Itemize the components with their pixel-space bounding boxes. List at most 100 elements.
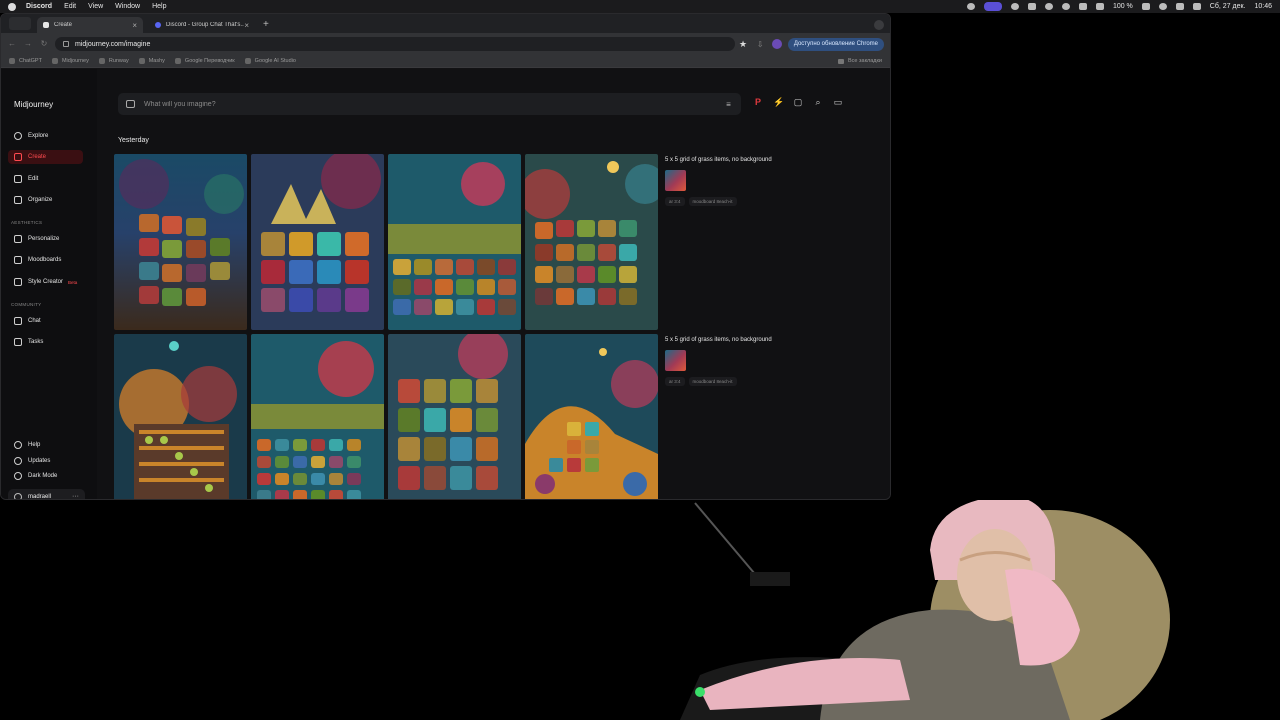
compass-icon [14, 132, 22, 140]
generated-image[interactable] [388, 334, 521, 499]
bookmark-label: Midjourney [61, 58, 89, 64]
chat-bubble-icon[interactable]: ▢ [793, 97, 803, 107]
generated-image[interactable] [114, 154, 247, 330]
spotlight-icon[interactable] [1175, 3, 1184, 10]
sidebar-item-organize[interactable]: Organize [8, 193, 83, 207]
tab-close-icon[interactable]: × [132, 21, 137, 30]
sidebar-item-personalize[interactable]: Personalize [8, 232, 83, 246]
aspect-ratio-tag[interactable]: ar 3:4 [665, 197, 685, 206]
menu-app-name[interactable]: Discord [26, 3, 52, 10]
cloud-icon[interactable] [966, 3, 975, 10]
control-center-icon[interactable] [1192, 3, 1201, 10]
webcam-feed [0, 500, 1280, 720]
sidebar-item-dark-mode[interactable]: Dark Mode [8, 469, 83, 483]
url-text: midjourney.com/imagine [75, 40, 151, 48]
avatar [14, 492, 22, 499]
imagine-input[interactable] [144, 100, 724, 108]
job-prompt[interactable]: 5 x 5 grid of grass items, no background [665, 337, 772, 343]
battery-icon[interactable] [1141, 3, 1150, 10]
chrome-update-button[interactable]: Доступно обновление Chrome [787, 37, 884, 51]
generated-image[interactable] [525, 154, 658, 330]
search-icon[interactable]: ⌕ [813, 97, 823, 107]
folder-icon[interactable]: ▭ [833, 97, 843, 107]
generated-image[interactable] [251, 154, 384, 330]
profile-avatar[interactable] [771, 39, 782, 49]
menu-window[interactable]: Window [115, 3, 140, 10]
bookmark-runway[interactable]: Runway [98, 58, 129, 64]
job-prompt[interactable]: 5 x 5 grid of grass items, no background [665, 157, 772, 163]
bookmark-google-ai-studio[interactable]: Google AI Studio [244, 58, 296, 64]
screen-share-icon[interactable] [983, 2, 1002, 11]
sidebar-item-chat[interactable]: Chat [8, 314, 83, 328]
bookmark-chatgpt[interactable]: ChatGPT [9, 58, 42, 64]
generated-image[interactable] [251, 334, 384, 499]
sidebar-item-label: Create [28, 154, 47, 160]
section-header-aesthetics: AESTHETICS [11, 220, 43, 225]
menubar-date[interactable]: Сб, 27 дек. [1210, 3, 1246, 10]
apple-icon[interactable] [8, 2, 16, 11]
personalize-icon [14, 235, 22, 243]
tab-discord[interactable]: Discord - Group Chat That's... × [149, 17, 255, 33]
wifi-icon[interactable] [1158, 3, 1167, 10]
bookmark-midjourney[interactable]: Midjourney [51, 58, 89, 64]
beta-badge: Beta [68, 279, 78, 285]
download-icon[interactable]: ⇩ [757, 40, 766, 49]
sidebar-item-label: Help [28, 442, 41, 448]
site-info-icon[interactable] [63, 41, 69, 47]
sidebar-item-help[interactable]: Help [8, 438, 83, 452]
menu-edit[interactable]: Edit [64, 3, 76, 10]
sidebar-item-moodboards[interactable]: Moodboards [8, 253, 83, 267]
moodboard-thumbnail[interactable] [665, 170, 686, 191]
settings-sliders-icon[interactable]: ≡ [724, 100, 733, 109]
bookmark-icon [244, 58, 251, 64]
vpn-icon[interactable] [1010, 3, 1019, 10]
menu-help[interactable]: Help [152, 3, 166, 10]
bluetooth-icon[interactable] [1044, 3, 1053, 10]
reload-icon[interactable]: ↻ [39, 39, 49, 49]
moodboard-tag[interactable]: moodboard 8each-it [688, 197, 737, 206]
aspect-ratio-tag[interactable]: ar 3:4 [665, 377, 685, 386]
imagine-bar: ≡ [118, 93, 741, 115]
generated-image[interactable] [388, 154, 521, 330]
menu-view[interactable]: View [88, 3, 103, 10]
midjourney-logo[interactable]: Midjourney [14, 100, 53, 109]
moodboard-tag[interactable]: moodboard 8each-it [688, 377, 737, 386]
sidebar-item-updates[interactable]: Updates [8, 454, 83, 468]
generated-image[interactable] [114, 334, 247, 499]
bookmark-google-translate[interactable]: Google Переводчик [174, 58, 235, 64]
bookmark-mashy[interactable]: Mashy [138, 58, 165, 64]
user-menu[interactable]: madraell ··· [8, 489, 85, 499]
sidebar: Midjourney Explore Create Edit Organize … [1, 69, 97, 499]
forward-icon[interactable]: → [23, 39, 33, 49]
all-bookmarks[interactable]: Все закладки [837, 58, 882, 64]
sidebar-item-create[interactable]: Create [8, 150, 83, 164]
image-prompt-icon[interactable] [126, 100, 135, 108]
edit-icon [14, 175, 22, 183]
tab-close-icon[interactable]: × [244, 21, 249, 30]
sidebar-item-tasks[interactable]: Tasks [8, 335, 83, 349]
midjourney-page: Midjourney Explore Create Edit Organize … [1, 69, 890, 499]
moodboard-thumbnail[interactable] [665, 350, 686, 371]
tab-search-icon[interactable] [874, 20, 884, 30]
new-tab-icon[interactable]: + [263, 19, 269, 30]
tab-create[interactable]: Create × [37, 17, 143, 33]
keyboard-layout-icon[interactable] [1095, 3, 1104, 10]
sidebar-item-explore[interactable]: Explore [8, 129, 83, 143]
day-header: Yesterday [118, 137, 149, 144]
play-icon[interactable] [1061, 3, 1070, 10]
url-field[interactable]: midjourney.com/imagine [55, 37, 735, 51]
sidebar-item-style-creator[interactable]: Style Creator Beta [8, 275, 83, 289]
headphones-icon[interactable] [1078, 3, 1087, 10]
menubar-time[interactable]: 10:46 [1254, 3, 1272, 10]
sidebar-item-label: Dark Mode [28, 473, 58, 479]
link-icon[interactable] [1027, 3, 1036, 10]
back-icon[interactable]: ← [7, 39, 17, 49]
more-icon[interactable]: ··· [72, 493, 79, 499]
speed-icon[interactable]: ⚡ [773, 97, 784, 107]
sidebar-item-label: Tasks [28, 339, 44, 345]
generated-image[interactable] [525, 334, 658, 499]
bookmark-star-icon[interactable]: ★ [739, 39, 747, 50]
personalize-toggle-icon[interactable]: P [753, 97, 763, 107]
sidebar-item-edit[interactable]: Edit [8, 172, 83, 186]
tab-overview-button[interactable] [9, 17, 31, 30]
